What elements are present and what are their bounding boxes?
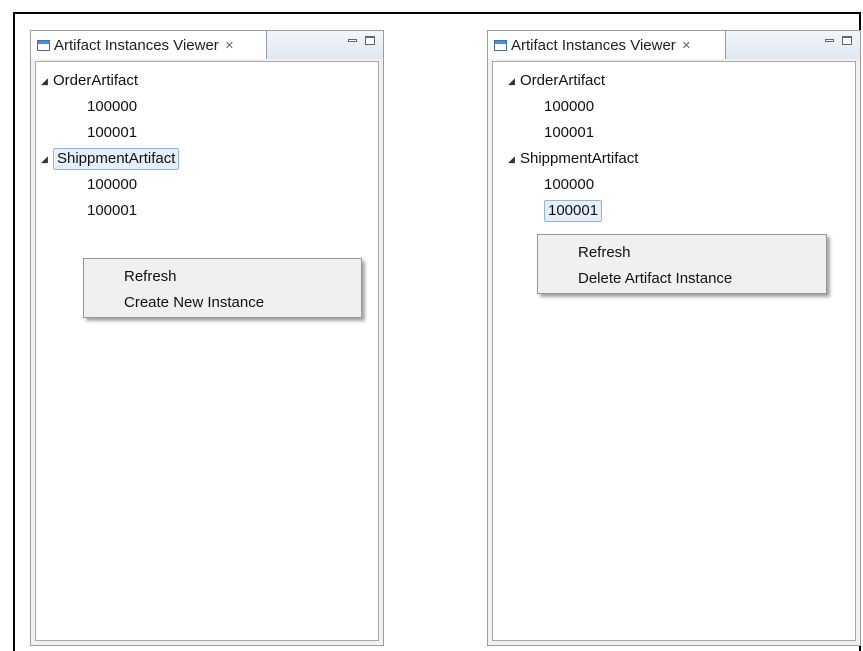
tree-node-order-artifact[interactable]: OrderArtifact [53,71,138,91]
view-tab-title: Artifact Instances Viewer [511,36,676,54]
view-icon [37,39,50,51]
view-icon [494,39,507,51]
tree-leaf[interactable]: 100001 [87,201,137,221]
triangle-expanded-icon[interactable]: ◢ [41,149,48,169]
artifact-tree: ◢ OrderArtifact 100000 100001 ◢ Shippmen… [492,61,856,641]
maximize-icon[interactable] [842,36,852,45]
tree-leaf[interactable]: 100000 [87,175,137,195]
tree-leaf[interactable]: 100000 [544,97,594,117]
triangle-expanded-icon[interactable]: ◢ [508,71,515,91]
menu-icon-gutter [84,259,112,317]
context-menu: Refresh Delete Artifact Instance [537,234,827,294]
tree-node-shippment-artifact-selected[interactable]: ShippmentArtifact [53,148,180,170]
tree-leaf[interactable]: 100000 [544,175,594,195]
tree-node-order-artifact[interactable]: OrderArtifact [520,71,605,91]
close-icon[interactable]: ✕ [225,39,234,52]
tree-leaf[interactable]: 100001 [544,123,594,143]
close-icon[interactable]: ✕ [682,39,691,52]
minimize-icon[interactable] [348,39,357,42]
context-menu: Refresh Create New Instance [83,258,362,318]
view-tab[interactable]: Artifact Instances Viewer ✕ [31,31,267,59]
menu-item-refresh[interactable]: Refresh [578,243,631,263]
minimize-icon[interactable] [825,39,834,42]
menu-item-refresh[interactable]: Refresh [124,267,177,287]
tree-leaf[interactable]: 100000 [87,97,137,117]
menu-item-create-new-instance[interactable]: Create New Instance [124,293,264,313]
menu-icon-gutter [538,235,566,293]
tree-leaf-selected[interactable]: 100001 [544,200,603,222]
left-artifact-viewer: Artifact Instances Viewer ✕ ◢ OrderArtif… [30,30,384,646]
view-tab[interactable]: Artifact Instances Viewer ✕ [488,31,726,59]
tree-node-shippment-artifact[interactable]: ShippmentArtifact [520,149,638,169]
triangle-expanded-icon[interactable]: ◢ [41,71,48,91]
menu-item-delete-artifact-instance[interactable]: Delete Artifact Instance [578,269,732,289]
triangle-expanded-icon[interactable]: ◢ [508,149,515,169]
tree-leaf[interactable]: 100001 [87,123,137,143]
maximize-icon[interactable] [365,36,375,45]
artifact-tree: ◢ OrderArtifact 100000 100001 ◢ Shippmen… [35,61,379,641]
view-controls [825,36,852,45]
right-artifact-viewer: Artifact Instances Viewer ✕ ◢ OrderArtif… [487,30,861,646]
view-tab-title: Artifact Instances Viewer [54,36,219,54]
view-controls [348,36,375,45]
